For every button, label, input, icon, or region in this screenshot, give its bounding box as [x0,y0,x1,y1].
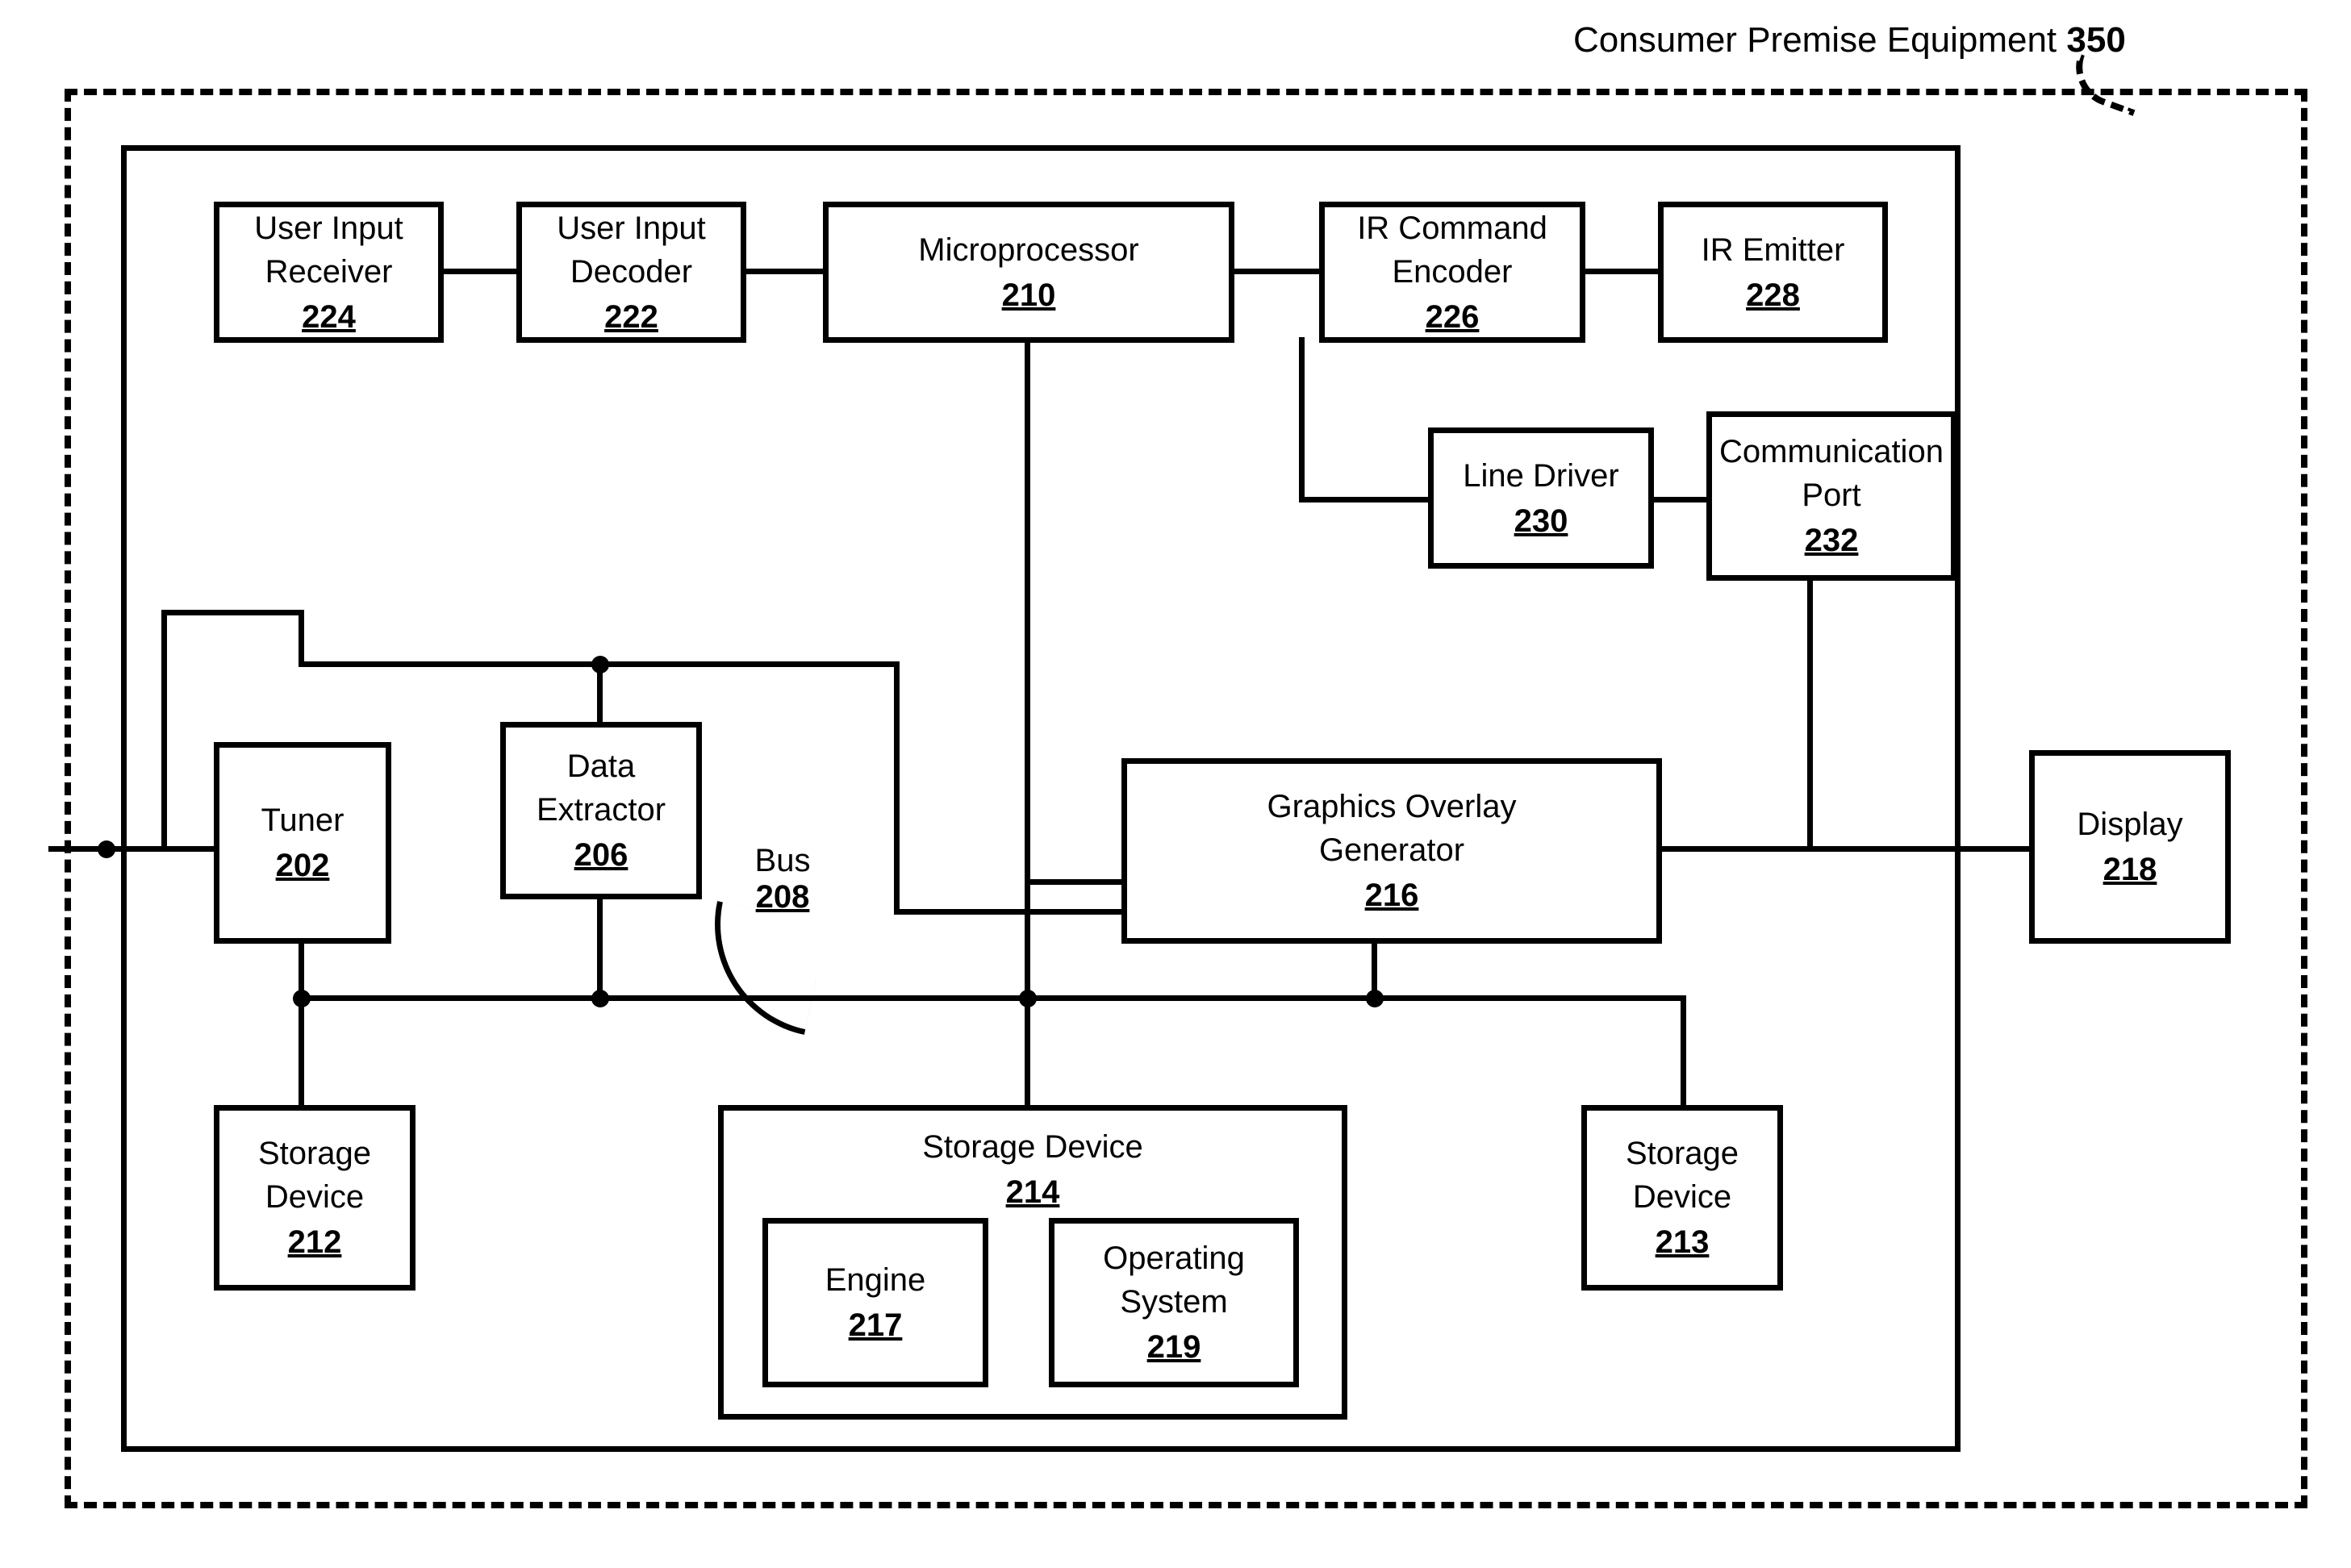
ref: 224 [302,295,356,339]
block-user-input-receiver: User Input Receiver 224 [214,202,444,343]
ref: 210 [1002,273,1056,317]
ref: 230 [1514,499,1568,543]
title-ref: 350 [2066,20,2125,60]
label: Microprocessor [918,228,1138,272]
block-user-input-decoder: User Input Decoder 222 [516,202,746,343]
line-micro-to-linedriver-h [1299,497,1436,503]
label: Data Extractor [537,744,666,832]
label: IR Command Encoder [1357,206,1547,294]
block-ir-emitter: IR Emitter 228 [1658,202,1888,343]
line-external-in [48,846,234,852]
label: Engine [825,1258,926,1302]
block-engine: Engine 217 [762,1218,988,1387]
dot-bus-gog [1366,990,1384,1007]
block-data-extractor: Data Extractor 206 [500,722,702,899]
label: Line Driver [1463,454,1618,498]
line-topmid-right-drop [894,661,900,915]
line-micro-to-linedriver-v [1299,337,1305,503]
line-bus-to-212 [299,995,304,1108]
bus-label: Bus 208 [734,843,831,915]
label: Storage Device [258,1132,371,1219]
block-storage-212: Storage Device 212 [214,1105,415,1291]
block-operating-system: Operating System 219 [1049,1218,1299,1387]
line-topmid-to-gog [894,909,1132,915]
ref: 218 [2103,848,2157,891]
block-line-driver: Line Driver 230 [1428,427,1654,569]
bus-label-ref: 208 [734,879,831,915]
title: Consumer Premise Equipment 350 [1573,20,2126,60]
dot-bus-dataext [591,990,609,1007]
line-micro-down [1025,337,1030,999]
line-tuner-loop-right-v [299,610,304,667]
ref: 232 [1805,519,1859,562]
block-ir-command-encoder: IR Command Encoder 226 [1319,202,1585,343]
label: Display [2077,803,2182,846]
ref: 226 [1426,295,1480,339]
dot-topmid-dataext [591,656,609,673]
label: IR Emitter [1702,228,1845,272]
bus-label-text: Bus [734,843,831,879]
ref: 219 [1147,1325,1201,1369]
ref: 212 [288,1220,342,1264]
line-commport-down [1807,565,1813,852]
block-display: Display 218 [2029,750,2231,944]
block-microprocessor: Microprocessor 210 [823,202,1234,343]
block-tuner: Tuner 202 [214,742,391,944]
ref: 228 [1746,273,1800,317]
diagram-canvas: Consumer Premise Equipment 350 [0,0,2351,1568]
block-communication-port: Communication Port 232 [1706,411,1956,581]
line-tuner-loop-left-v [161,610,167,852]
label: Tuner [261,799,344,842]
line-bus [299,995,1686,1001]
label: User Input Decoder [557,206,706,294]
label: Storage Device [922,1125,1142,1169]
line-micro-to-gog [1025,879,1130,885]
ref: 202 [276,844,330,887]
line-bus-to-213 [1681,995,1686,1108]
label: Operating System [1103,1236,1245,1324]
block-storage-213: Storage Device 213 [1581,1105,1783,1291]
ref: 216 [1365,874,1419,917]
ref: 217 [849,1303,903,1347]
ref: 214 [1006,1170,1060,1214]
ref: 222 [604,295,658,339]
label: Graphics Overlay Generator [1267,785,1517,872]
ref: 213 [1656,1220,1710,1264]
label: Communication Port [1719,430,1944,517]
line-tuner-loop-top-h [161,610,304,615]
label: Storage Device [1626,1132,1739,1219]
ref: 206 [574,833,628,877]
dot-bus-tuner [293,990,311,1007]
dot-ext-in [98,840,115,858]
dot-bus-center [1019,990,1037,1007]
block-graphics-overlay-generator: Graphics Overlay Generator 216 [1121,758,1662,944]
line-gog-to-display [1654,846,2041,852]
label: User Input Receiver [254,206,403,294]
line-bus-to-214 [1025,995,1030,1108]
line-dataext-to-bus [597,895,603,1001]
title-label: Consumer Premise Equipment [1573,20,2057,60]
